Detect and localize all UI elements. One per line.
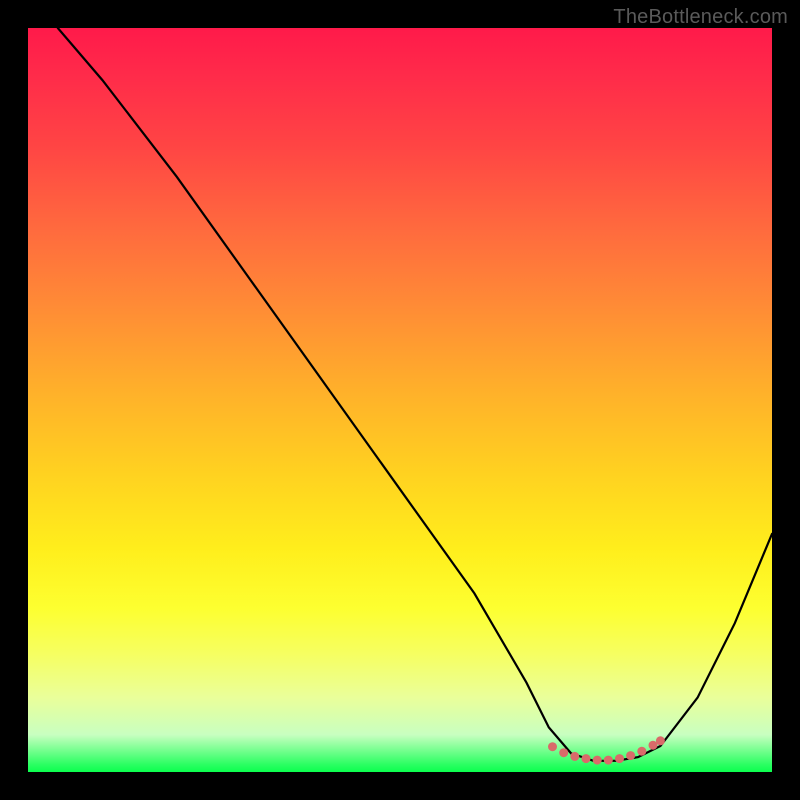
optimal-marker xyxy=(656,736,665,745)
optimal-marker xyxy=(559,748,568,757)
optimal-marker xyxy=(582,754,591,763)
bottleneck-curve-path xyxy=(58,28,772,761)
optimal-marker xyxy=(604,756,613,765)
optimal-marker xyxy=(548,742,557,751)
optimal-marker xyxy=(626,751,635,760)
plot-area xyxy=(28,28,772,772)
optimal-marker xyxy=(615,754,624,763)
optimal-range-markers-group xyxy=(548,736,665,764)
optimal-marker xyxy=(570,752,579,761)
watermark-text: TheBottleneck.com xyxy=(613,6,788,29)
optimal-marker xyxy=(593,756,602,765)
optimal-marker xyxy=(637,747,646,756)
chart-svg xyxy=(28,28,772,772)
